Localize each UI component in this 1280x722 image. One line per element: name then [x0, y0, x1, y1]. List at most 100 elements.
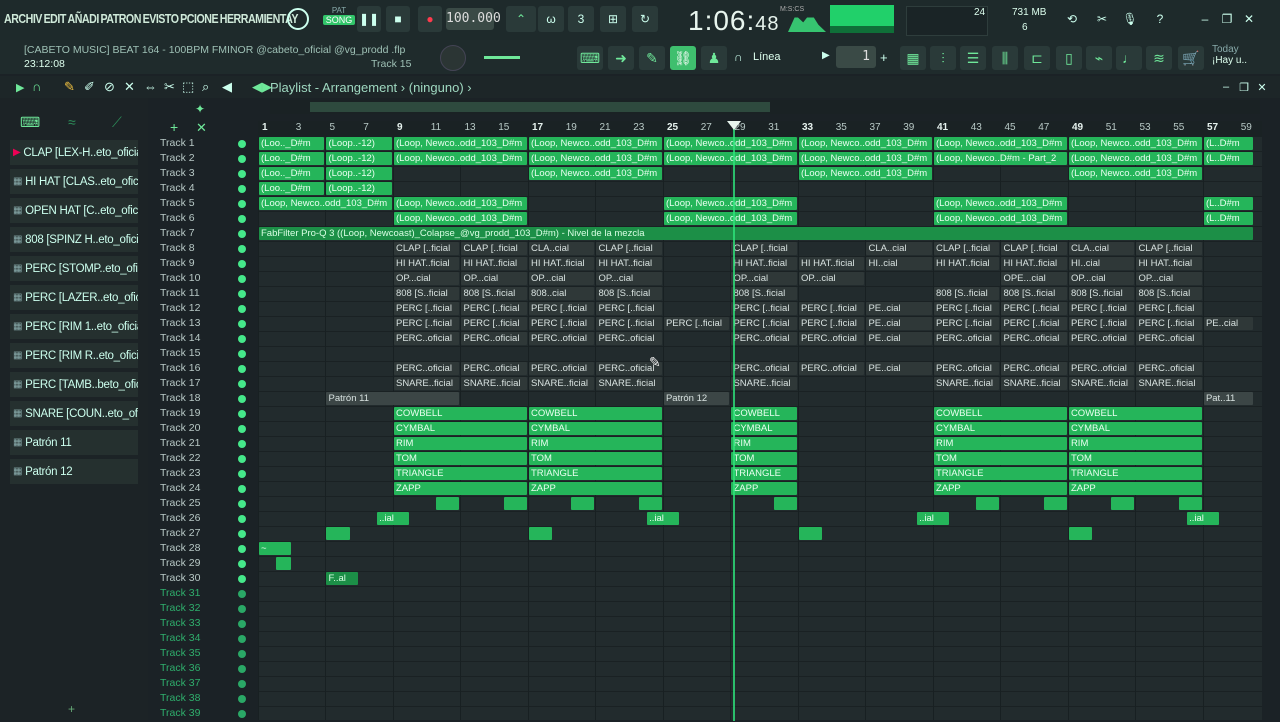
track-lane[interactable] [258, 647, 1262, 662]
close-icon[interactable]: ✕ [1240, 6, 1258, 32]
playlist-clip[interactable]: ZAPP [933, 482, 1067, 495]
master-volume-knob[interactable] [287, 8, 309, 30]
track-name[interactable]: Track 18 [160, 392, 200, 407]
playlist-clip[interactable] [436, 497, 460, 510]
playlist-clip[interactable]: CYMBAL [731, 422, 797, 435]
menu-opciones[interactable]: PCIONE [180, 11, 218, 26]
playlist-clip[interactable]: (Loop, Newco..odd_103_D#m [1068, 137, 1202, 150]
playlist-clip[interactable]: 808..cial [528, 287, 595, 300]
track-name[interactable]: Track 9 [160, 257, 195, 272]
browser-icon[interactable]: ⊏ [1024, 46, 1050, 70]
track-lane[interactable] [258, 557, 1262, 572]
playlist-clip[interactable]: ZAPP [393, 482, 527, 495]
add-track-icon[interactable]: + [170, 119, 178, 135]
playlist-clip[interactable]: PERC..oficial [798, 362, 865, 375]
panel-knob[interactable] [440, 45, 466, 71]
playlist-clip[interactable]: OP...cial [528, 272, 595, 285]
playlist-clip[interactable]: (Loop, Newco..D#m - Part_2 [933, 152, 1067, 165]
playlist-clip[interactable]: OP...cial [731, 272, 797, 285]
playlist-clip[interactable]: SNARE..ficial [1136, 377, 1202, 390]
picker-item[interactable]: ▦SNARE [COUN..eto_oficial [10, 401, 138, 426]
track-name[interactable]: Track 22 [160, 452, 200, 467]
playlist-clip[interactable]: CLAP [..ficial [933, 242, 1000, 255]
track-name[interactable]: Track 8 [160, 242, 195, 257]
track-name[interactable]: Track 36 [160, 662, 200, 677]
playlist-clip[interactable]: SNARE..ficial [461, 377, 527, 390]
track-name[interactable]: Track 1 [160, 137, 195, 152]
picker-item[interactable]: ▦PERC [TAMB..beto_oficial [10, 372, 138, 397]
track-lane[interactable] [258, 707, 1262, 720]
playlist-clip[interactable]: RIM [731, 437, 797, 450]
track-name[interactable]: Track 20 [160, 422, 200, 437]
playlist-clip[interactable] [528, 527, 553, 540]
playlist-clip[interactable]: PERC [..ficial [461, 317, 527, 330]
playlist-clip[interactable]: COWBELL [1068, 407, 1202, 420]
playlist-clip[interactable]: PERC [..ficial [393, 302, 460, 315]
track-lane[interactable] [258, 677, 1262, 692]
track-name[interactable]: Track 2 [160, 152, 195, 167]
playlist-clip[interactable]: TOM [731, 452, 797, 465]
select-tool-icon[interactable]: ⬚ [182, 79, 194, 95]
cart-icon[interactable]: 🛒 [1178, 46, 1204, 70]
playlist-clip[interactable]: SNARE..ficial [933, 377, 1000, 390]
playlist-icon[interactable]: ▦ [900, 46, 926, 70]
picker-item[interactable]: ▦ Patrón 12 [10, 459, 138, 484]
maximize-icon[interactable]: ❐ [1218, 6, 1236, 32]
playlist-clip[interactable]: OPE...cial [1001, 272, 1067, 285]
playlist-clip[interactable]: PERC [..ficial [528, 302, 595, 315]
playlist-clip[interactable]: TOM [393, 452, 527, 465]
playlist-clip[interactable]: HI HAT..ficial [1001, 257, 1067, 270]
playlist-clip[interactable]: (Loop, Newco..odd_103_D#m [393, 197, 527, 210]
playlist-clip[interactable]: PERC..oficial [1136, 362, 1202, 375]
playlist-clip[interactable]: CLA..cial [1068, 242, 1135, 255]
mixer-icon[interactable]: ⫼ [992, 46, 1018, 70]
track-lane[interactable] [258, 587, 1262, 602]
track-mute-led[interactable] [238, 140, 246, 148]
playlist-clip[interactable]: ..ial [1187, 512, 1219, 525]
track-name[interactable]: Track 32 [160, 602, 200, 617]
playlist-clip[interactable]: F..al [326, 572, 359, 585]
track-name[interactable]: Track 14 [160, 332, 200, 347]
playlist-clip[interactable]: (Loop, Newco..odd_103_D#m [798, 167, 932, 180]
track-mute-led[interactable] [238, 485, 246, 493]
link-icon[interactable]: ⛓ [670, 46, 696, 70]
playlist-clip[interactable] [1111, 497, 1135, 510]
playlist-clip[interactable]: (Loop, Newco..odd_103_D#m [1068, 167, 1202, 180]
track-name[interactable]: Track 10 [160, 272, 200, 287]
playlist-clip[interactable]: (L..D#m [1203, 152, 1253, 165]
playlist-clip[interactable]: TRIANGLE [933, 467, 1067, 480]
track-name[interactable]: Track 21 [160, 437, 200, 452]
cut-icon[interactable]: ✂ [1090, 6, 1114, 32]
track-mute-led[interactable] [238, 410, 246, 418]
playlist-clip[interactable]: SNARE..ficial [596, 377, 662, 390]
remove-track-icon[interactable]: ✕ [196, 120, 207, 136]
mute-tool-icon[interactable]: ✕ [124, 79, 135, 95]
playlist-clip[interactable]: PERC [..ficial [596, 317, 662, 330]
picker-item[interactable]: ▦ Patrón 11 [10, 430, 138, 455]
playlist-clip[interactable]: CYMBAL [933, 422, 1067, 435]
track-lane[interactable] [258, 572, 1262, 587]
track-name[interactable]: Track 34 [160, 632, 200, 647]
playlist-clip[interactable]: (Loop, Newco..odd_103_D#m [393, 152, 527, 165]
playlist-clip[interactable]: CLAP [..ficial [731, 242, 797, 255]
track-mute-led[interactable] [238, 155, 246, 163]
playlist-clip[interactable]: CLAP [..ficial [1001, 242, 1067, 255]
playlist-clip[interactable]: 808 [S..ficial [1068, 287, 1135, 300]
track-lane[interactable] [258, 692, 1262, 707]
channel-rack-icon[interactable]: ⫶ [930, 46, 956, 70]
blend-notes-icon[interactable]: ⊞ [600, 6, 626, 32]
playlist-clip[interactable]: HI HAT..ficial [596, 257, 662, 270]
playlist-clip[interactable]: PERC..oficial [596, 332, 662, 345]
track-name[interactable]: Track 13 [160, 317, 200, 332]
playlist-clip[interactable]: HI..cial [866, 257, 932, 270]
playlist-clip[interactable]: CLAP [..ficial [596, 242, 662, 255]
playlist-clip[interactable]: PERC [..ficial [1001, 302, 1067, 315]
file-icon[interactable]: ▯ [1056, 46, 1082, 70]
automation-pick-icon[interactable]: ⟋ [112, 114, 122, 131]
playlist-clip[interactable]: CYMBAL [393, 422, 527, 435]
playlist-clip[interactable]: PE..cial [1203, 317, 1253, 330]
track-name[interactable]: Track 30 [160, 572, 200, 587]
playlist-clip[interactable]: PERC..oficial [393, 332, 460, 345]
track-mute-led[interactable] [238, 575, 246, 583]
playlist-clip[interactable]: OP...cial [798, 272, 865, 285]
